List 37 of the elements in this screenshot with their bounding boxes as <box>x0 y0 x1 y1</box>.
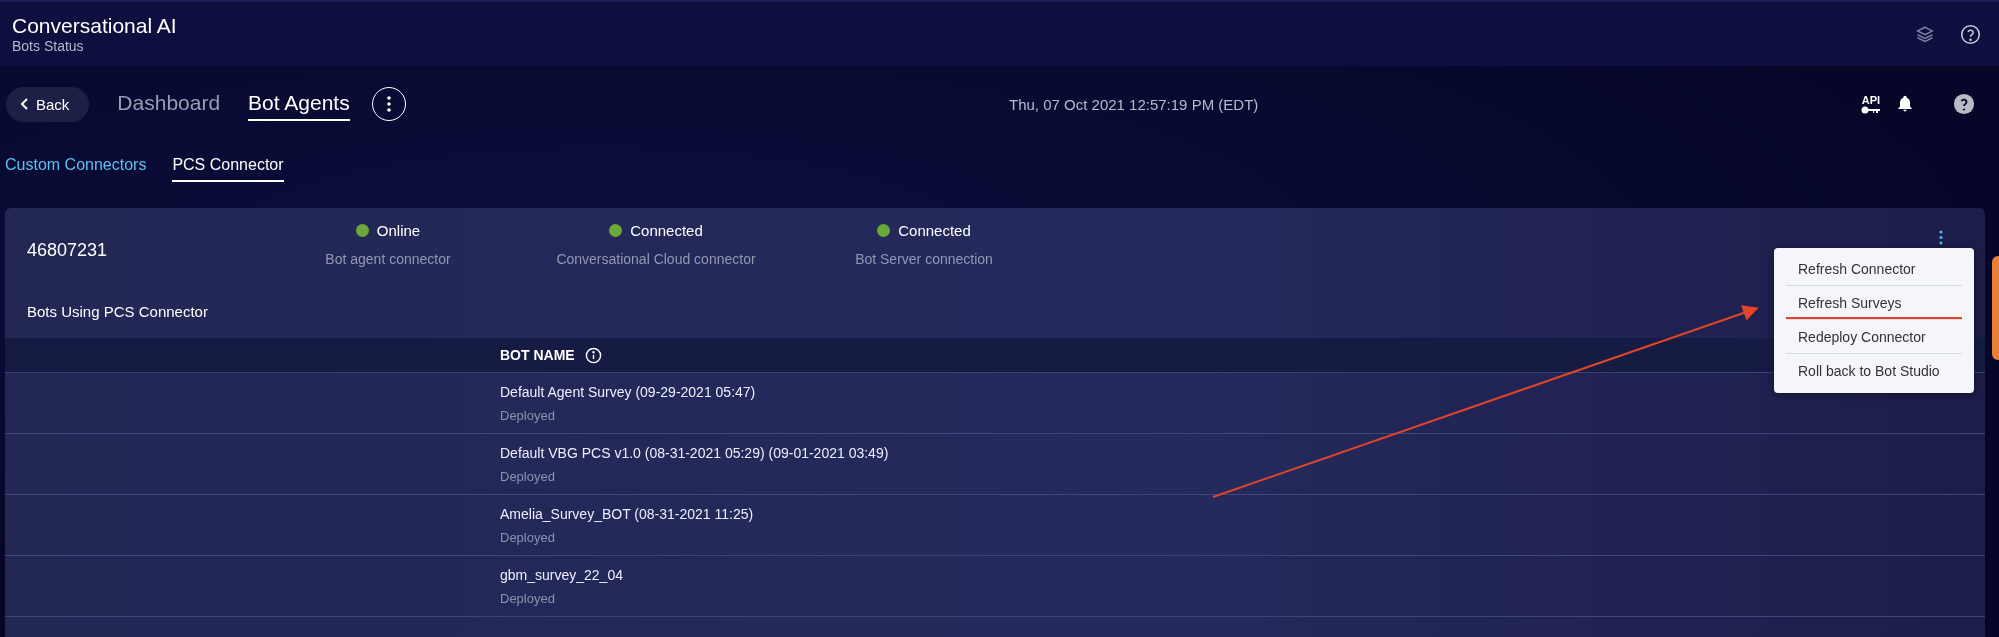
layers-icon[interactable] <box>1916 25 1934 43</box>
current-datetime: Thu, 07 Oct 2021 12:57:19 PM (EDT) <box>1009 95 1259 113</box>
kebab-menu-icon[interactable] <box>1939 230 1943 245</box>
help-icon[interactable] <box>1960 23 1981 45</box>
nav-tab[interactable]: Bot Agents <box>248 87 350 121</box>
bot-name: Default VBG PCS v1.0 (08-31-2021 05:29) (09-01-2021 03:49) <box>500 444 890 461</box>
bot-name: Amelia_Survey_BOT (08-31-2021 11:25) <box>500 505 755 522</box>
bot-status: Deployed <box>500 468 556 484</box>
connector-tab[interactable]: PCS Connector <box>172 150 284 182</box>
chevron-left-icon <box>20 98 30 110</box>
connector-tab[interactable]: Custom Connectors <box>5 150 147 182</box>
api-key-button[interactable]: API <box>1861 94 1881 114</box>
column-heading: BOT NAME <box>500 347 575 363</box>
status-value: Connected <box>609 222 703 239</box>
page-subtitle: Bots Status <box>12 38 85 54</box>
status-value: Online <box>355 222 421 239</box>
menu-item[interactable]: Roll back to Bot Studio <box>1786 354 1962 387</box>
app-title: Conversational AI <box>12 14 177 38</box>
vertical-dots-icon <box>386 96 391 112</box>
menu-item[interactable]: Refresh Surveys <box>1786 286 1962 320</box>
status-value: Connected <box>877 222 971 239</box>
bot-status: Deployed <box>500 407 556 423</box>
back-button[interactable]: Back <box>6 86 90 122</box>
connector-id: 46807231 <box>27 240 109 261</box>
bot-name: Default Agent Survey (09-29-2021 05:47) <box>500 383 757 400</box>
status-label: Bot Server connection <box>855 251 993 267</box>
menu-item[interactable]: Refresh Connector <box>1786 252 1962 286</box>
section-heading: Bots Using PCS Connector <box>27 303 208 320</box>
nav-tab[interactable]: Dashboard <box>117 87 221 121</box>
bot-status: Deployed <box>500 590 556 606</box>
status-label: Conversational Cloud connector <box>556 251 756 267</box>
help-icon[interactable] <box>1953 93 1975 115</box>
status-label: Bot agent connector <box>325 251 451 267</box>
menu-item[interactable]: Redeploy Connector <box>1786 320 1962 354</box>
bot-status: Deployed <box>500 529 556 545</box>
bot-name: gbm_survey_22_04 <box>500 566 624 583</box>
info-icon[interactable] <box>584 346 602 364</box>
